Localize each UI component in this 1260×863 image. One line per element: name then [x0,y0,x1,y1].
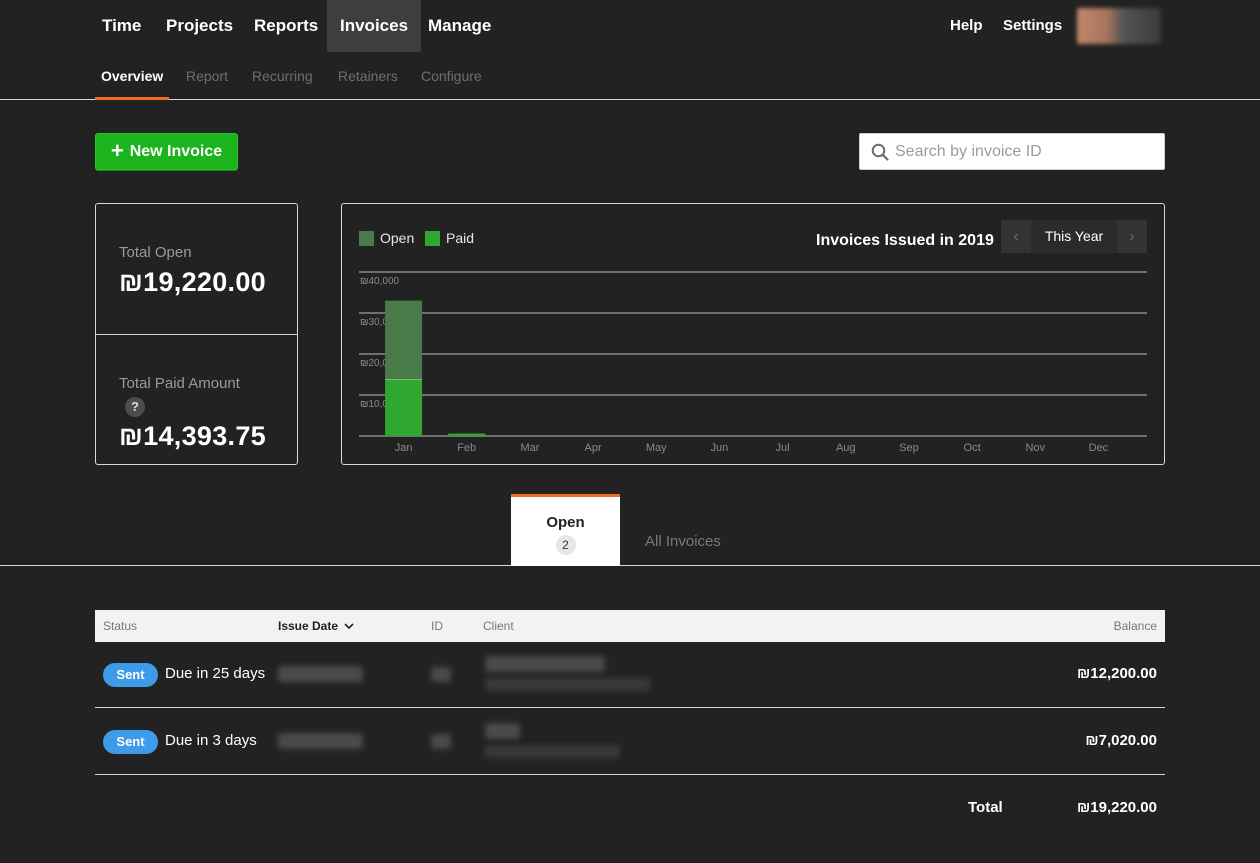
y-tick-label: ₪40,000 [360,276,400,287]
nav-item-projects[interactable]: Projects [153,0,246,52]
column-header-issue-date[interactable]: Issue Date [278,610,354,642]
balance-value: ₪7,020.00 [1085,732,1157,749]
tab-open-count-badge: 2 [555,535,576,555]
new-invoice-button[interactable]: + New Invoice [95,133,238,170]
tab-all-invoices[interactable]: All Invoices [645,533,721,550]
nav-item-time[interactable]: Time [89,0,154,52]
subnav-retainers[interactable]: Retainers [338,52,398,100]
balance-value: ₪12,200.00 [1077,665,1157,682]
column-header-balance[interactable]: Balance [1114,610,1157,642]
top-navigation: Time Projects Reports Invoices Manage He… [0,0,1260,52]
x-tick-label: Nov [1025,442,1045,454]
client-name-redacted [485,723,520,739]
x-tick-label: Aug [836,442,856,454]
issue-date-redacted [278,733,363,749]
invoices-bar-chart: ₪10,000₪20,000₪30,000₪40,000Jan Feb Mar Apr… [359,271,1147,454]
plus-icon: + [110,137,124,163]
totals-card: Total Open ₪19,220.00 Total Paid Amount … [95,203,298,465]
bar-open-jan [385,300,423,380]
x-tick-label: Feb [457,442,476,454]
nav-item-reports[interactable]: Reports [241,0,331,52]
subnav-overview[interactable]: Overview [95,52,170,100]
x-tick-label: Jul [776,442,790,454]
total-open-label: Total Open [119,244,192,261]
help-icon[interactable]: ? [125,397,145,417]
total-paid-value: ₪14,393.75 [119,421,266,451]
subnav-configure[interactable]: Configure [421,52,482,100]
tab-open[interactable]: Open 2 [511,494,620,566]
total-label: Total [968,799,1003,816]
search-input[interactable] [895,134,1160,169]
subnav-recurring[interactable]: Recurring [252,52,313,100]
invoice-id-redacted [431,734,451,749]
user-avatar[interactable] [1077,8,1161,44]
due-text: Due in 25 days [165,665,266,682]
x-tick-label: Sep [899,442,919,454]
x-tick-label: May [646,442,667,454]
invoice-table-header: Status Issue Date ID Client Balance [95,610,1165,642]
client-subtext-redacted [485,678,650,691]
nav-item-invoices[interactable]: Invoices [327,0,422,52]
issue-date-redacted [278,666,363,682]
subnav-report[interactable]: Report [186,52,228,100]
due-text: Due in 3 days [165,732,257,749]
column-header-id[interactable]: ID [431,610,443,642]
nav-item-manage[interactable]: Manage [415,0,504,52]
x-tick-label: Mar [520,442,539,454]
status-badge: Sent [103,730,158,754]
client-subtext-redacted [485,745,620,758]
search-box [859,133,1165,170]
new-invoice-label: New Invoice [129,142,223,160]
column-header-status[interactable]: Status [103,610,137,642]
bar-paid-jan [385,379,423,436]
issue-date-header-label: Issue Date [278,619,339,633]
invoices-chart-card: Open Paid Invoices Issued in 2019 ‹ This… [341,203,1165,465]
x-tick-label: Dec [1089,442,1109,454]
invoice-id-redacted [431,667,451,682]
x-tick-label: Jun [711,442,729,454]
status-badge: Sent [103,663,158,687]
x-tick-label: Jan [395,442,413,454]
x-tick-label: Oct [964,442,981,454]
tab-open-label: Open [546,514,585,531]
client-name-redacted [485,656,605,672]
total-open-value: ₪19,220.00 [119,267,266,297]
sub-navigation: Overview Report Recurring Retainers Conf… [0,52,1260,100]
chevron-down-icon [344,623,354,630]
search-icon [871,143,889,161]
totals-divider [96,334,297,335]
tabs-divider [0,565,1260,566]
invoice-row[interactable]: Sent Due in 25 days ₪12,200.00 [95,642,1165,708]
help-link[interactable]: Help [950,0,983,52]
invoice-row[interactable]: Sent Due in 3 days ₪7,020.00 [95,709,1165,775]
column-header-client[interactable]: Client [483,610,514,642]
bar-paid-feb [448,433,486,436]
settings-link[interactable]: Settings [1003,0,1062,52]
x-tick-label: Apr [585,442,602,454]
total-paid-label: Total Paid Amount [119,375,240,392]
total-value: ₪19,220.00 [1077,799,1157,816]
